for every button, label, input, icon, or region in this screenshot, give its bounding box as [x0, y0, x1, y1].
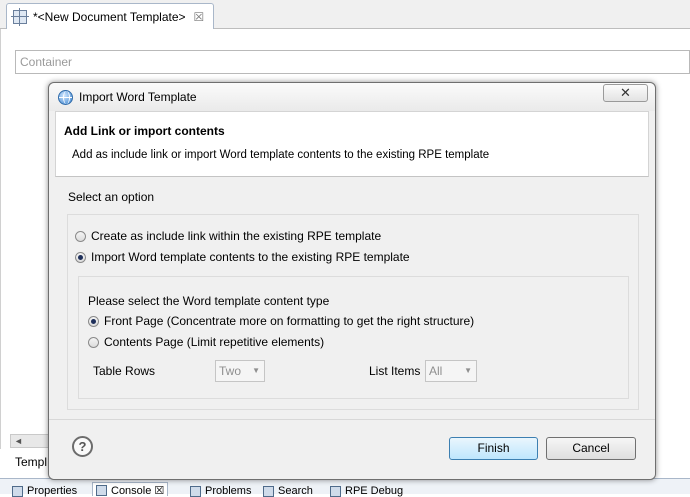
tab-search[interactable]: Search [263, 485, 313, 497]
editor-tab-bar: *<New Document Template> ☒ [0, 0, 690, 30]
radio-include-link[interactable] [75, 230, 86, 242]
option-front-page[interactable]: Front Page (Concentrate more on formatti… [88, 314, 474, 328]
table-rows-select[interactable]: Two ▼ [215, 360, 265, 382]
chevron-down-icon: ▼ [252, 366, 260, 375]
globe-icon [58, 89, 73, 105]
tab-rpe-debug[interactable]: RPE Debug [330, 485, 403, 497]
tab-rpe-debug-label: RPE Debug [345, 485, 404, 497]
option-contents-page[interactable]: Contents Page (Limit repetitive elements… [88, 335, 324, 349]
list-items-select[interactable]: All ▼ [425, 360, 477, 382]
tab-properties[interactable]: Properties [12, 485, 77, 497]
cancel-button[interactable]: Cancel [546, 437, 636, 460]
tab-problems-label: Problems [205, 485, 252, 497]
dialog-banner: Add Link or import contents Add as inclu… [55, 111, 649, 177]
list-items-label: List Items [369, 364, 421, 378]
editor-tab-new-document-template[interactable]: *<New Document Template> ☒ [6, 3, 214, 30]
templates-label: Templ [15, 455, 48, 469]
finish-button[interactable]: Finish [449, 437, 538, 460]
properties-icon [12, 485, 23, 497]
bottom-view-tab-bar: Properties Console ☒ Problems Search RPE… [0, 478, 690, 497]
radio-import-contents[interactable] [75, 251, 86, 263]
radio-front-page[interactable] [88, 315, 99, 327]
tab-properties-label: Properties [27, 485, 78, 497]
dialog-footer: ? Finish Cancel [49, 419, 655, 479]
list-items-value: All [429, 364, 443, 378]
table-rows-value: Two [219, 364, 242, 378]
template-icon [11, 8, 29, 26]
problems-icon [190, 485, 201, 497]
banner-heading: Add Link or import contents [64, 124, 225, 138]
content-type-group: Please select the Word template content … [78, 276, 629, 399]
content-type-label: Please select the Word template content … [88, 294, 330, 308]
tab-console-label: Console ☒ [111, 485, 165, 497]
dialog-title: Import Word Template [79, 90, 197, 104]
option-contents-page-label: Contents Page (Limit repetitive elements… [104, 335, 325, 349]
dialog-content: Select an option Create as include link … [55, 177, 649, 419]
chevron-down-icon: ▼ [464, 366, 472, 375]
option-group: Create as include link within the existi… [67, 214, 639, 410]
close-button[interactable]: ✕ [603, 84, 648, 102]
search-icon [263, 485, 274, 497]
help-icon[interactable]: ? [72, 436, 93, 457]
tab-problems[interactable]: Problems [190, 485, 251, 497]
table-rows-label: Table Rows [93, 364, 156, 378]
option-include-link-label: Create as include link within the existi… [91, 229, 382, 243]
option-import-contents[interactable]: Import Word template contents to the exi… [75, 250, 410, 264]
radio-contents-page[interactable] [88, 336, 99, 348]
editor-tab-title: *<New Document Template> [33, 10, 186, 24]
console-icon [96, 485, 107, 496]
option-front-page-label: Front Page (Concentrate more on formatti… [104, 314, 475, 328]
close-icon[interactable]: ☒ [194, 10, 205, 24]
banner-description: Add as include link or import Word templ… [72, 149, 490, 161]
option-include-link[interactable]: Create as include link within the existi… [75, 229, 381, 243]
select-option-label: Select an option [68, 190, 155, 204]
container-field[interactable]: Container [15, 50, 690, 74]
tab-search-label: Search [278, 485, 313, 497]
import-word-template-dialog: Import Word Template ✕ Add Link or impor… [48, 82, 656, 480]
debug-icon [330, 485, 341, 497]
scroll-left-icon[interactable]: ◄ [14, 436, 23, 446]
dialog-titlebar[interactable]: Import Word Template ✕ [49, 83, 655, 111]
option-import-contents-label: Import Word template contents to the exi… [91, 250, 410, 264]
